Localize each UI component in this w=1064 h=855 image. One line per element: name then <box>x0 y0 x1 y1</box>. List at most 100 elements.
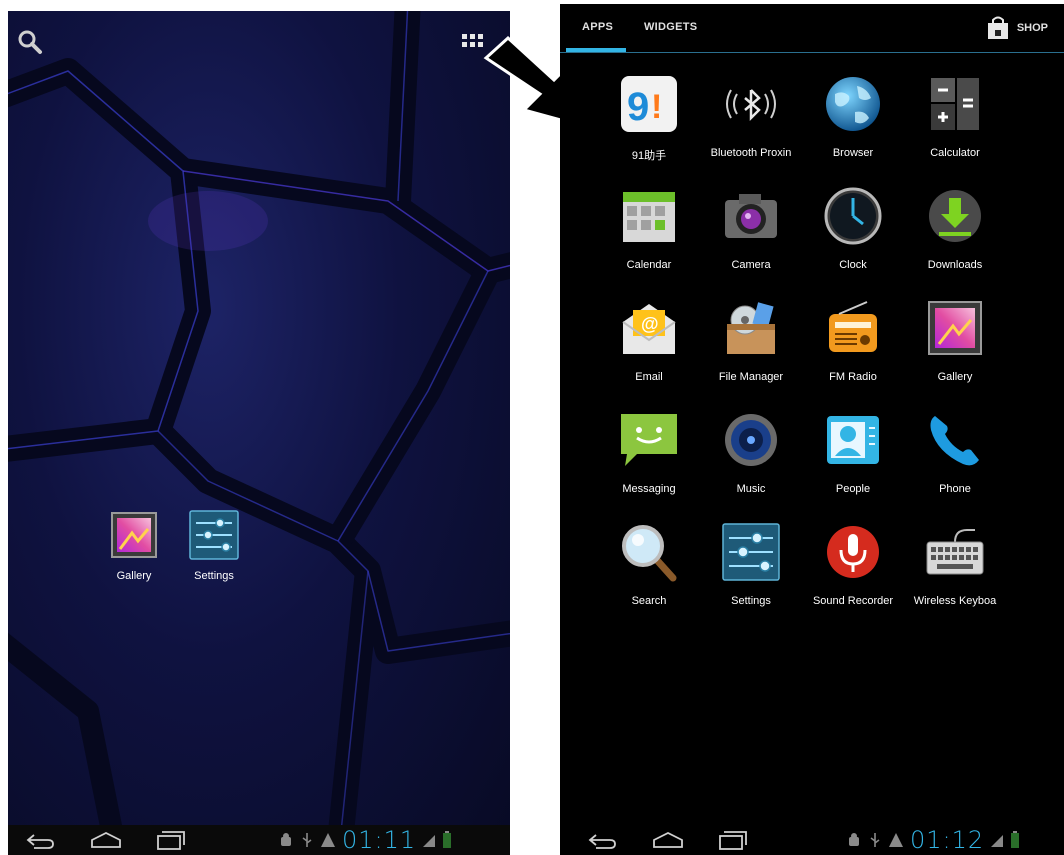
people-icon <box>827 416 879 464</box>
app-label: Downloads <box>927 259 983 271</box>
app-label: Calendar <box>626 259 672 271</box>
signal-icon <box>991 835 1004 847</box>
app-downloads[interactable]: Downloads <box>904 184 1006 279</box>
recent-apps-icon[interactable] <box>712 829 752 851</box>
search-icon[interactable] <box>14 27 46 59</box>
usb-icon <box>870 833 880 847</box>
phone-icon <box>930 416 979 466</box>
warning-icon <box>889 833 903 847</box>
app-grid: 9 ! 91助手 Bluetooth Proxin Browser Calcul… <box>598 72 1058 615</box>
music-icon <box>725 414 777 466</box>
settings-icon <box>722 523 780 581</box>
app-drawer: APPS WIDGETS SHOP 9 ! 91助手 Bluetooth Pro… <box>560 4 1064 855</box>
app-label: Phone <box>939 483 971 495</box>
app-label: Email <box>635 371 663 383</box>
app-label: Wireless Keyboa <box>913 595 997 607</box>
91-assistant-icon: 9 ! <box>621 76 677 132</box>
magnifier-icon <box>622 525 677 582</box>
app-file-manager[interactable]: File Manager <box>700 296 802 391</box>
app-calculator[interactable]: Calculator <box>904 72 1006 167</box>
usb-icon <box>302 833 312 847</box>
gallery-icon <box>111 512 157 558</box>
app-label: Calculator <box>930 147 980 159</box>
app-settings[interactable]: Settings <box>700 520 802 615</box>
app-clock[interactable]: Clock <box>802 184 904 279</box>
app-label: File Manager <box>718 371 784 383</box>
app-sound-recorder[interactable]: Sound Recorder <box>802 520 904 615</box>
app-gallery[interactable]: Gallery <box>904 296 1006 391</box>
app-fm-radio[interactable]: FM Radio <box>802 296 904 391</box>
warning-icon <box>321 833 335 847</box>
recent-apps-icon[interactable] <box>150 829 190 851</box>
app-browser[interactable]: Browser <box>802 72 904 167</box>
status-area[interactable]: 01:12 <box>846 826 1020 854</box>
file-manager-icon <box>727 302 775 354</box>
clock-icon <box>824 187 882 245</box>
app-label: FM Radio <box>829 371 877 383</box>
calculator-icon <box>931 78 979 130</box>
status-clock: 01:12 <box>910 826 985 854</box>
app-camera[interactable]: Camera <box>700 184 802 279</box>
svg-text:9: 9 <box>627 85 649 129</box>
app-label: 91助手 <box>631 150 667 162</box>
back-icon[interactable] <box>20 829 60 851</box>
home-icon-label: Settings <box>194 570 234 582</box>
status-clock: 01:11 <box>342 826 417 854</box>
app-wireless-keyboard[interactable]: Wireless Keyboa <box>904 520 1006 615</box>
app-label: Messaging <box>622 483 676 495</box>
shop-button[interactable]: SHOP <box>987 16 1048 40</box>
hexagon-wallpaper <box>8 11 510 855</box>
battery-icon <box>1011 831 1020 848</box>
download-icon <box>929 190 981 242</box>
android-debug-icon <box>281 833 291 846</box>
app-phone[interactable]: Phone <box>904 408 1006 503</box>
tab-widgets[interactable]: WIDGETS <box>644 21 697 33</box>
home-shortcut-settings[interactable]: Settings <box>183 509 245 582</box>
app-label: Camera <box>731 259 771 271</box>
status-area[interactable]: 01:11 <box>278 826 452 854</box>
app-music[interactable]: Music <box>700 408 802 503</box>
battery-icon <box>443 831 452 848</box>
messaging-icon <box>621 414 677 466</box>
calendar-icon <box>623 192 675 242</box>
svg-text:!: ! <box>651 88 662 126</box>
tab-indicator <box>566 48 626 52</box>
email-icon: @ <box>622 304 676 354</box>
system-navigation-bar: 01:12 <box>560 825 1064 855</box>
shop-label: SHOP <box>1016 22 1048 34</box>
app-label: People <box>835 483 871 495</box>
radio-icon <box>829 301 877 352</box>
app-bluetooth-proximity[interactable]: Bluetooth Proxin <box>700 72 802 167</box>
drawer-tab-bar: APPS WIDGETS SHOP <box>560 4 1064 53</box>
app-email[interactable]: @ Email <box>598 296 700 391</box>
app-label: Music <box>736 483 766 495</box>
android-debug-icon <box>849 833 859 846</box>
app-search[interactable]: Search <box>598 520 700 615</box>
svg-text:@: @ <box>641 314 659 334</box>
globe-icon <box>826 77 880 131</box>
settings-icon <box>189 510 239 560</box>
system-navigation-bar: 01:11 <box>8 825 510 855</box>
microphone-icon <box>827 526 879 578</box>
app-calendar[interactable]: Calendar <box>598 184 700 279</box>
back-icon[interactable] <box>582 829 622 851</box>
app-label: Gallery <box>937 371 973 383</box>
home-icon-label: Gallery <box>116 570 152 582</box>
keyboard-icon <box>926 529 984 575</box>
signal-icon <box>423 835 436 847</box>
app-label: Bluetooth Proxin <box>710 147 792 159</box>
app-91-assistant[interactable]: 9 ! 91助手 <box>598 72 700 167</box>
camera-icon <box>725 194 777 238</box>
gallery-icon <box>928 301 982 355</box>
app-label: Clock <box>839 259 867 271</box>
app-messaging[interactable]: Messaging <box>598 408 700 503</box>
app-label: Search <box>631 595 667 607</box>
tab-apps[interactable]: APPS <box>582 21 613 33</box>
home-icon[interactable] <box>86 829 126 851</box>
home-shortcut-gallery[interactable]: Gallery <box>103 509 165 582</box>
shopping-bag-icon <box>987 16 1008 39</box>
bluetooth-icon <box>726 89 776 122</box>
home-icon[interactable] <box>648 829 688 851</box>
app-people[interactable]: People <box>802 408 904 503</box>
app-label: Sound Recorder <box>812 595 894 607</box>
